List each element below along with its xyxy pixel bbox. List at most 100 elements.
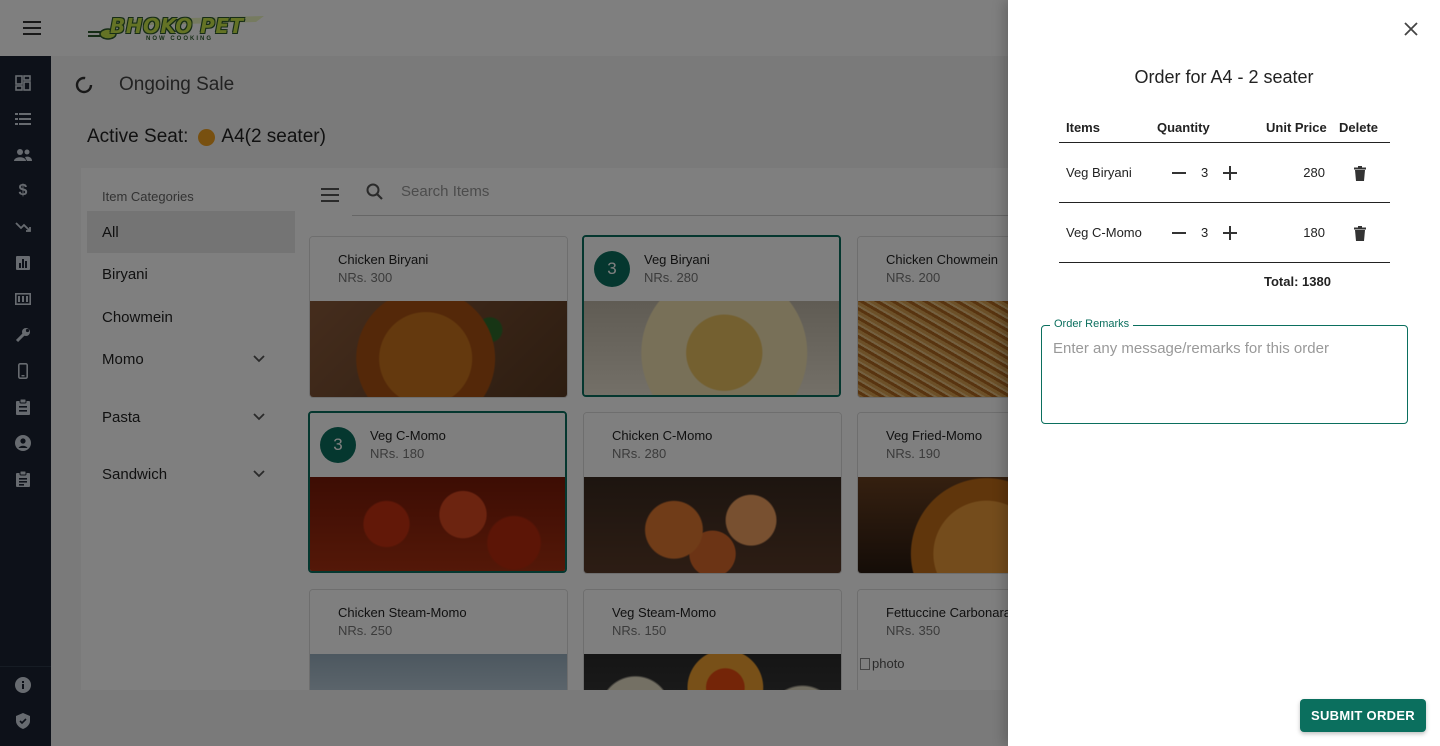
page-header: Ongoing Sale [75,74,234,96]
trash-icon [1354,165,1366,181]
decrease-qty-button[interactable] [1169,163,1189,183]
menu-item-text: Veg C-Momo NRs. 180 [370,427,446,463]
plus-icon [1223,226,1237,240]
active-seat-value: A4(2 seater) [221,126,326,147]
menu-item-text: Chicken Biryani NRs. 300 [320,251,428,287]
category-item-momo[interactable]: Momo [87,338,295,380]
close-icon [1404,22,1418,36]
list-icon[interactable] [13,109,33,129]
increase-qty-button[interactable] [1220,223,1240,243]
menu-item-header: 3 Veg C-Momo NRs. 180 [310,413,565,477]
receipt-icon[interactable] [13,289,33,309]
menu-item-card[interactable]: 3 Veg C-Momo NRs. 180 [308,411,567,573]
phone-icon[interactable] [13,361,33,381]
menu-item-card[interactable]: Veg Steam-Momo NRs. 150 [583,589,842,690]
bar-chart-icon[interactable] [13,253,33,273]
minus-icon [1172,172,1186,174]
menu-item-price: NRs. 180 [370,446,425,461]
menu-item-name: Veg Fried-Momo [886,428,983,443]
decrease-qty-button[interactable] [1169,223,1189,243]
items-panel: Chicken Biryani NRs. 300 3 Veg Biryani NRs. … [303,168,1008,690]
order-item-name: Veg Biryani [1066,165,1132,180]
menu-item-card[interactable]: Fettuccine Carbonara NRs. 350 photo [857,589,1008,690]
chevron-down-icon[interactable] [253,470,265,478]
active-seat: Active Seat: A4(2 seater) [87,126,326,148]
menu-item-name: Fettuccine Carbonara [886,605,1008,620]
order-remarks-input[interactable] [1053,340,1393,410]
clipboard-icon[interactable] [13,397,33,417]
items-filter-button[interactable] [321,188,339,207]
increase-qty-button[interactable] [1220,163,1240,183]
category-item-sandwich[interactable]: Sandwich [87,453,295,495]
menu-item-price: NRs. 150 [612,623,667,638]
shield-icon[interactable] [13,711,33,731]
category-item-all[interactable]: All [87,211,295,253]
order-item-name: Veg C-Momo [1066,225,1142,240]
submit-order-button[interactable]: SUBMIT ORDER [1300,699,1426,732]
menu-item-header: Chicken Biryani NRs. 300 [310,237,567,301]
broken-image-icon [860,657,870,670]
menu-item-price: NRs. 200 [886,270,941,285]
delete-item-button[interactable] [1350,163,1370,183]
account-icon[interactable] [13,433,33,453]
chevron-down-icon[interactable] [253,413,265,421]
menu-item-text: Chicken Chowmein NRs. 200 [868,251,998,287]
rail-divider [0,666,51,667]
dollar-icon[interactable]: $ [13,181,33,201]
menu-item-price: NRs. 190 [886,446,941,461]
category-item-biryani[interactable]: Biryani [87,253,295,295]
delete-item-button[interactable] [1350,223,1370,243]
hamburger-icon [321,188,339,202]
column-items: Items [1066,120,1100,135]
menu-item-photo [584,477,841,573]
trash-icon [1354,225,1366,241]
category-item-chowmein[interactable]: Chowmein [87,296,295,338]
category-item-pasta[interactable]: Pasta [87,396,295,438]
menu-button[interactable] [14,13,50,43]
chevron-down-icon[interactable] [253,355,265,363]
order-title: Order for A4 - 2 seater [1134,67,1314,87]
search-bar [352,168,1008,216]
wrench-icon[interactable] [13,325,33,345]
menu-item-card[interactable]: Chicken C-Momo NRs. 280 [583,412,842,574]
menu-item-name: Veg C-Momo [370,428,446,443]
menu-item-name: Chicken C-Momo [612,428,713,443]
order-row: Veg C-Momo 3 180 [1059,203,1390,263]
minus-icon [1172,232,1186,234]
people-icon[interactable] [13,145,33,165]
menu-item-name: Chicken Chowmein [886,252,998,267]
info-icon[interactable] [13,675,33,695]
logo-text: BHOKO PET [110,14,244,38]
menu-item-card[interactable]: Chicken Biryani NRs. 300 [309,236,568,398]
category-panel-title: Item Categories [102,189,194,204]
order-row: Veg Biryani 3 280 [1059,143,1390,203]
menu-item-price: NRs. 280 [612,446,667,461]
dashboard-icon[interactable] [13,73,33,93]
order-item-qty: 3 [1201,225,1209,240]
menu-item-photo [584,301,839,395]
broken-image-alt: photo [872,656,905,671]
menu-item-card[interactable]: Veg Fried-Momo NRs. 190 [857,412,1008,574]
logo-subtitle: NOW COOKING [146,36,213,42]
search-input[interactable] [401,183,801,200]
page-title: Ongoing Sale [119,74,235,95]
menu-item-card[interactable]: Chicken Steam-Momo NRs. 250 [309,589,568,690]
assignment-icon[interactable] [13,469,33,489]
menu-item-header: Chicken Chowmein NRs. 200 [858,237,1008,301]
menu-item-price: NRs. 350 [886,623,941,638]
menu-item-text: Veg Biryani NRs. 280 [644,251,710,287]
column-delete: Delete [1339,120,1379,135]
menu-item-header: Chicken Steam-Momo NRs. 250 [310,590,567,654]
close-button[interactable] [1400,18,1422,40]
trending-down-icon[interactable] [13,217,33,237]
side-rail: $ [0,56,51,746]
order-table-header: Items Quantity Unit Price Delete [1059,112,1390,143]
menu-item-price: NRs. 300 [338,270,393,285]
menu-item-card[interactable]: Chicken Chowmein NRs. 200 [857,236,1008,398]
order-item-qty: 3 [1201,165,1209,180]
order-item-price: 180 [1303,225,1325,240]
menu-item-name: Veg Steam-Momo [612,605,717,620]
menu-item-card[interactable]: 3 Veg Biryani NRs. 280 [582,235,841,397]
search-icon [366,183,383,200]
menu-item-price: NRs. 250 [338,623,393,638]
